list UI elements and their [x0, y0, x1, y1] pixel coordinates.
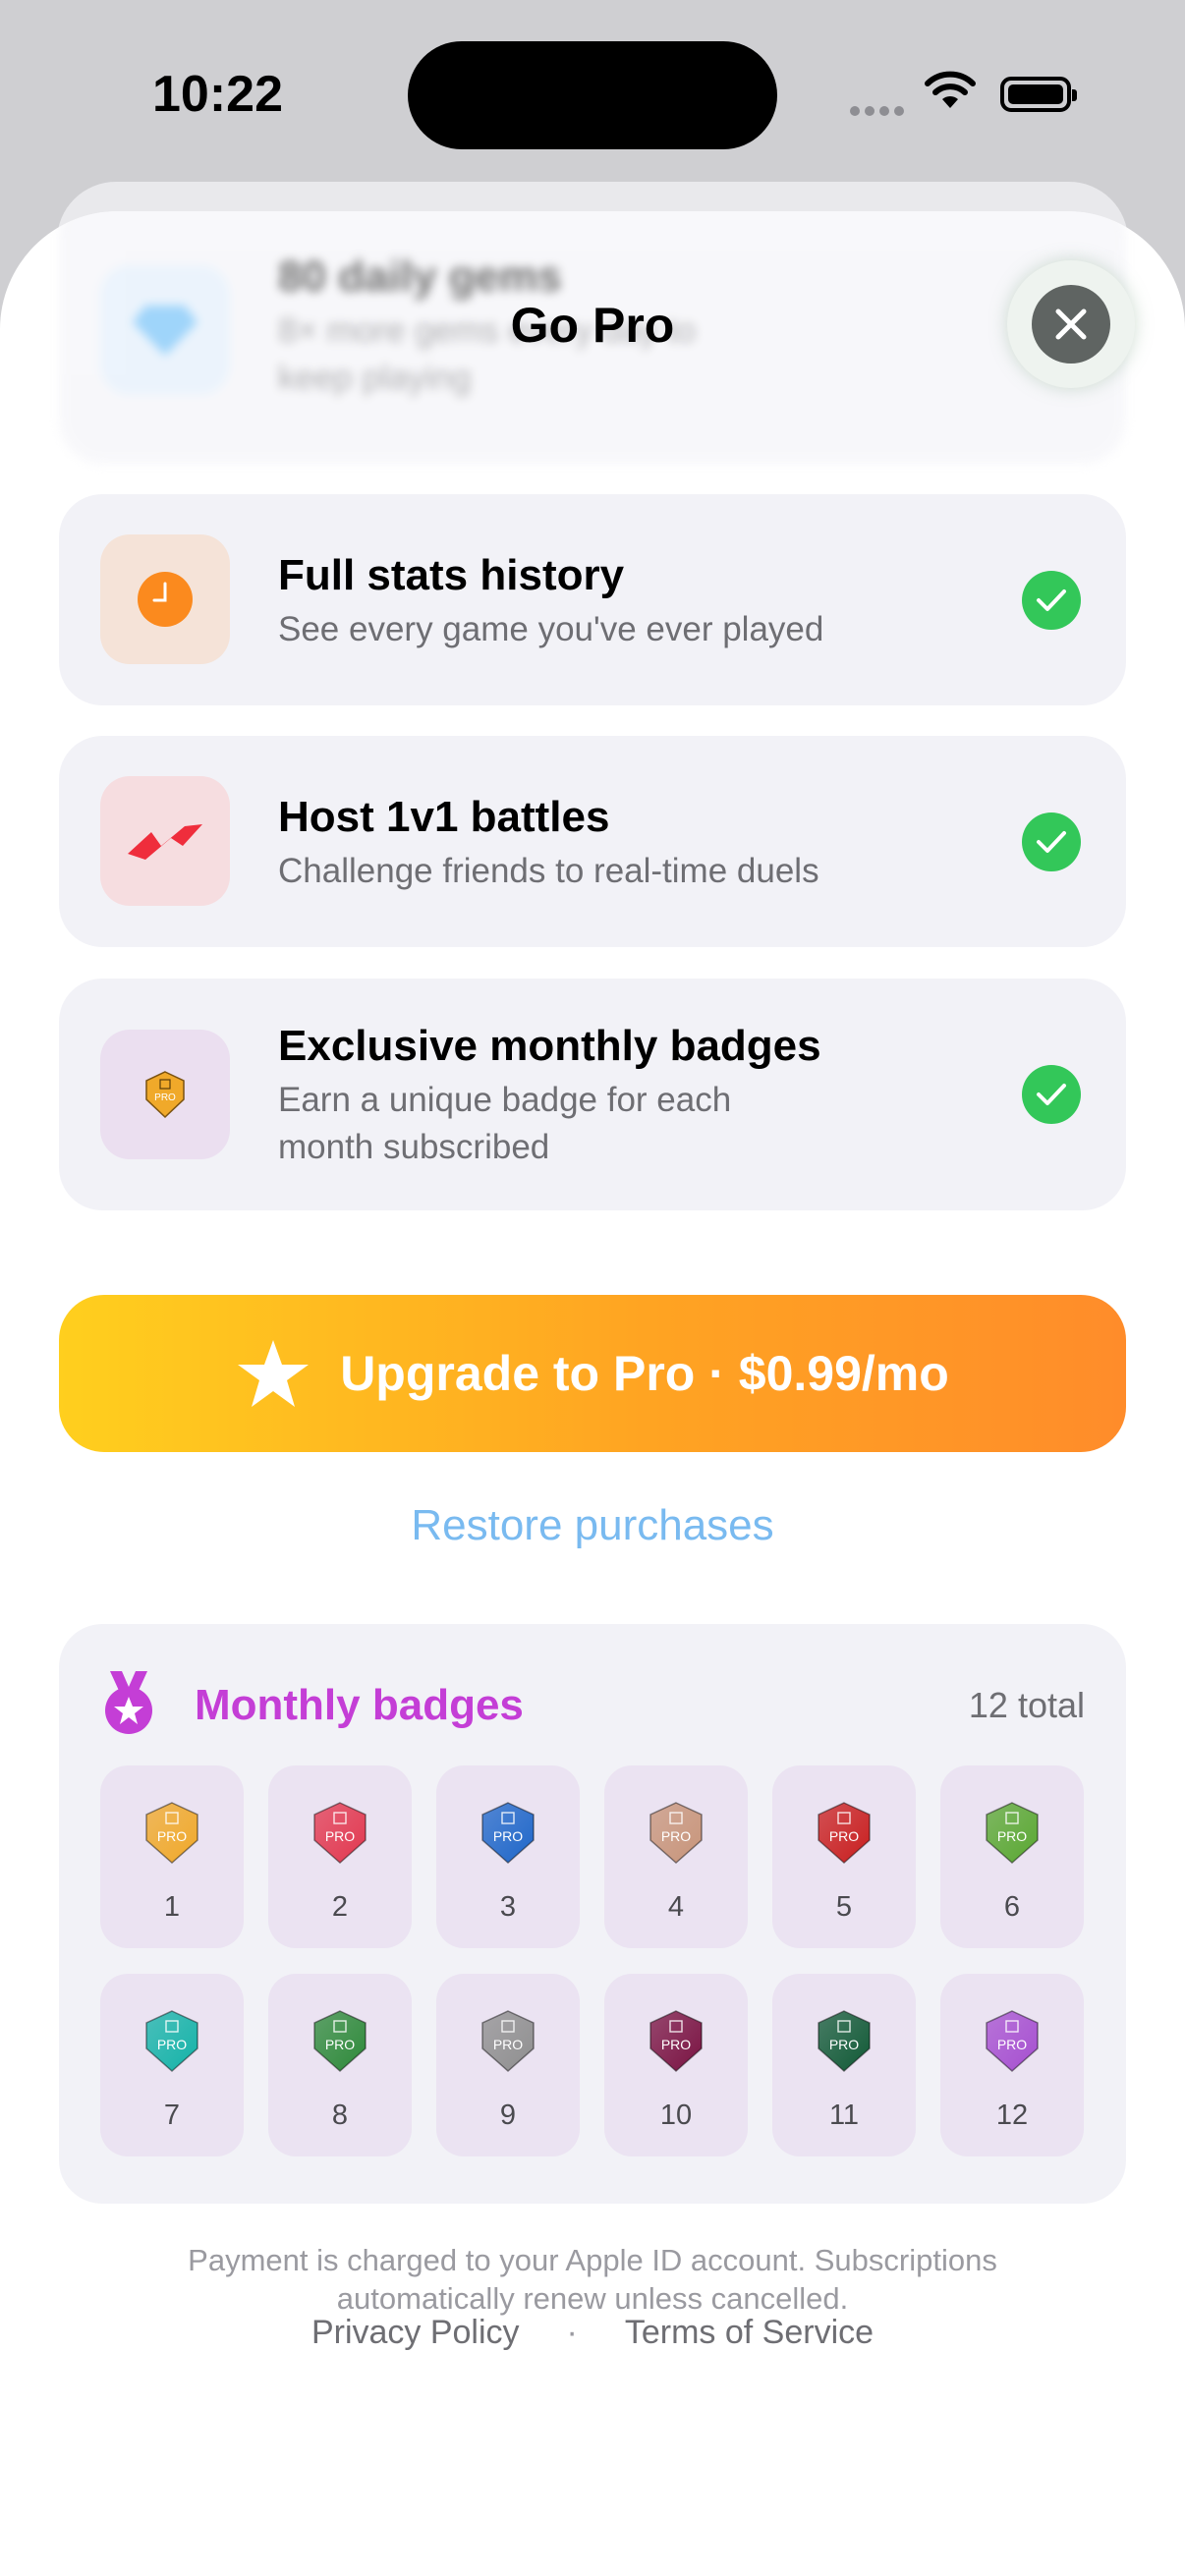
badge-cell: PRO 2 — [268, 1765, 412, 1948]
badge-number: 2 — [331, 1891, 349, 1923]
pro-shield-icon: PRO — [818, 1802, 871, 1865]
medal-icon — [105, 1671, 152, 1734]
svg-text:PRO: PRO — [997, 2037, 1027, 2052]
pro-shield-icon: PRO — [145, 2010, 198, 2073]
wifi-icon — [925, 71, 976, 108]
pro-shield-icon: PRO — [313, 1802, 367, 1865]
terms-of-service-link[interactable]: Terms of Service — [625, 2314, 874, 2352]
svg-text:PRO: PRO — [661, 1828, 691, 1844]
svg-text:PRO: PRO — [829, 2037, 859, 2052]
status-time: 10:22 — [152, 66, 283, 123]
badge-cell: PRO 5 — [772, 1765, 916, 1948]
badge-icon: PRO — [145, 1071, 185, 1119]
upgrade-label: Upgrade to Pro · $0.99/mo — [340, 1346, 949, 1401]
badge-number: 12 — [995, 2100, 1029, 2131]
badge-cell: PRO 3 — [436, 1765, 580, 1948]
upgrade-button[interactable]: Upgrade to Pro · $0.99/mo — [59, 1295, 1126, 1452]
badge-number: 10 — [659, 2100, 693, 2131]
go-pro-sheet: 80 daily gems 8× more gems every day to … — [0, 211, 1185, 2576]
svg-text:PRO: PRO — [493, 2037, 523, 2052]
pro-shield-icon: PRO — [145, 1802, 198, 1865]
battery-icon — [1000, 77, 1077, 112]
svg-text:PRO: PRO — [997, 1828, 1027, 1844]
badge-number: 9 — [499, 2100, 517, 2131]
pro-shield-icon: PRO — [481, 2010, 535, 2073]
badge-number: 1 — [163, 1891, 181, 1923]
badge-cell: PRO 11 — [772, 1974, 916, 2156]
badge-number: 6 — [1003, 1891, 1021, 1923]
pro-shield-icon: PRO — [818, 2010, 871, 2073]
feature-title: Full stats history — [278, 551, 625, 599]
feature-subtitle: Earn a unique badge for each month subsc… — [278, 1081, 732, 1166]
badge-cell: PRO 10 — [604, 1974, 748, 2156]
feature-subtitle: See every game you've ever played — [278, 610, 824, 648]
legal-text: Payment is charged to your Apple ID acco… — [188, 2243, 997, 2316]
feature-icon-tile — [100, 534, 230, 664]
svg-text:PRO: PRO — [493, 1828, 523, 1844]
close-icon — [1055, 308, 1087, 340]
badges-title: Monthly badges — [195, 1681, 524, 1729]
svg-text:PRO: PRO — [157, 2037, 187, 2052]
svg-text:PRO: PRO — [325, 1828, 355, 1844]
status-bar: 10:22 — [0, 0, 1185, 187]
feature-icon-tile: PRO — [100, 1030, 230, 1159]
link-separator: · — [566, 2314, 578, 2351]
feature-title: 80 daily gems — [278, 252, 562, 301]
svg-text:PRO: PRO — [157, 1828, 187, 1844]
lightning-icon — [128, 824, 202, 860]
pro-shield-icon: PRO — [313, 2010, 367, 2073]
privacy-policy-link[interactable]: Privacy Policy — [311, 2314, 520, 2352]
cellular-dots-icon — [850, 103, 909, 116]
svg-text:PRO: PRO — [829, 1828, 859, 1844]
badge-number: 4 — [667, 1891, 685, 1923]
badge-number: 11 — [828, 2100, 860, 2131]
star-icon — [238, 1340, 310, 1407]
check-icon — [1022, 1065, 1081, 1124]
feature-subtitle: Challenge friends to real-time duels — [278, 852, 819, 890]
dynamic-island — [408, 41, 777, 149]
pro-shield-icon: PRO — [649, 2010, 703, 2073]
legal-links: Privacy Policy · Terms of Service — [0, 2314, 1185, 2352]
badge-number: 8 — [331, 2100, 349, 2131]
close-button[interactable] — [1032, 285, 1110, 364]
feature-icon-tile — [100, 776, 230, 906]
pro-shield-icon: PRO — [649, 1802, 703, 1865]
badge-cell: PRO 4 — [604, 1765, 748, 1948]
badge-cell: PRO 1 — [100, 1765, 244, 1948]
badge-number: 3 — [499, 1891, 517, 1923]
feature-title: Host 1v1 battles — [278, 793, 610, 841]
svg-text:PRO: PRO — [154, 1092, 176, 1103]
badge-cell: PRO 12 — [940, 1974, 1084, 2156]
feature-card-badges: PRO Exclusive monthly badges Earn a uniq… — [59, 979, 1126, 1210]
badge-cell: PRO 9 — [436, 1974, 580, 2156]
badge-number: 5 — [835, 1891, 853, 1923]
badge-cell: PRO 8 — [268, 1974, 412, 2156]
feature-card-battles: Host 1v1 battles Challenge friends to re… — [59, 736, 1126, 947]
badges-total: 12 total — [968, 1685, 1085, 1725]
feature-card-stats: Full stats history See every game you've… — [59, 494, 1126, 705]
badge-number: 7 — [163, 2100, 181, 2131]
pro-shield-icon: PRO — [481, 1802, 535, 1865]
feature-title: Exclusive monthly badges — [278, 1022, 821, 1070]
pro-shield-icon: PRO — [986, 1802, 1039, 1865]
badge-cell: PRO 7 — [100, 1974, 244, 2156]
restore-purchases-link[interactable]: Restore purchases — [0, 1501, 1185, 1550]
check-icon — [1022, 812, 1081, 871]
clock-icon — [138, 572, 193, 627]
svg-text:PRO: PRO — [661, 2037, 691, 2052]
badge-cell: PRO 6 — [940, 1765, 1084, 1948]
svg-text:PRO: PRO — [325, 2037, 355, 2052]
pro-shield-icon: PRO — [986, 2010, 1039, 2073]
check-icon — [1022, 571, 1081, 630]
monthly-badges-card: Monthly badges 12 total PRO 1 PRO 2 PRO 3 PRO 4… — [59, 1624, 1126, 2204]
